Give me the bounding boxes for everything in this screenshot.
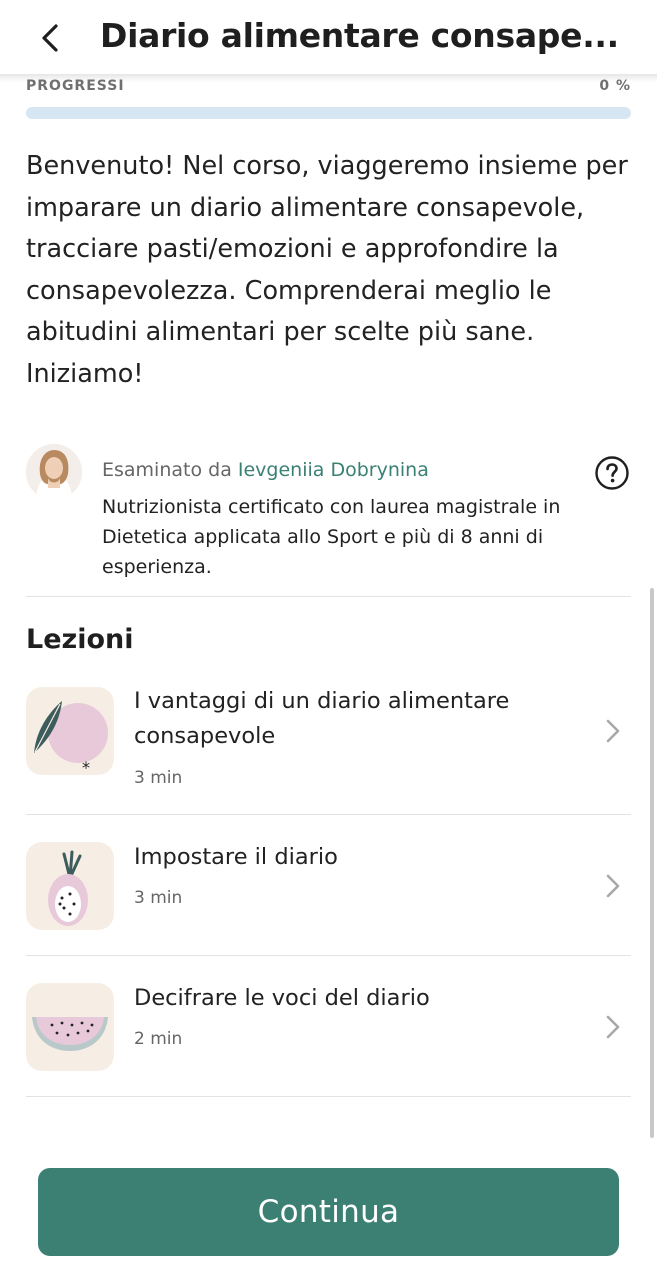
divider xyxy=(26,1096,631,1097)
lesson-title: Impostare il diario xyxy=(134,844,338,870)
page-title: Diario alimentare consape... xyxy=(100,16,619,55)
lessons-heading: Lezioni xyxy=(26,624,134,655)
back-arrow-icon[interactable] xyxy=(34,18,70,58)
reviewer-name-link[interactable]: Ievgeniia Dobrynina xyxy=(238,459,429,481)
continue-button[interactable]: Continua xyxy=(38,1168,619,1256)
lesson-duration: 3 min xyxy=(134,888,183,908)
course-intro-text: Benvenuto! Nel corso, viaggeremo insieme… xyxy=(26,151,628,389)
lesson-item[interactable]: * I vantaggi di un diario alimentare con… xyxy=(0,672,657,812)
progress-bar xyxy=(26,107,631,119)
reviewer-avatar xyxy=(26,444,82,500)
reviewed-by-label: Esaminato da xyxy=(102,459,232,481)
reviewed-by-line: Esaminato da Ievgeniia Dobrynina xyxy=(102,459,429,481)
divider xyxy=(26,814,631,815)
plum-icon: * xyxy=(26,687,114,775)
lesson-item[interactable]: Impostare il diario 3 min xyxy=(0,826,657,966)
progress-value: 0 % xyxy=(599,78,631,94)
lesson-item[interactable]: Decifrare le voci del diario 2 min xyxy=(0,967,657,1107)
watermelon-icon xyxy=(26,983,114,1071)
top-bar: Diario alimentare consape... xyxy=(0,0,657,76)
chevron-right-icon xyxy=(606,1015,620,1039)
progress-label: PROGRESSI xyxy=(26,78,125,94)
chevron-right-icon xyxy=(606,874,620,898)
dragon-fruit-icon xyxy=(26,842,114,930)
divider xyxy=(26,596,631,597)
lesson-duration: 2 min xyxy=(134,1029,183,1049)
reviewer-bio: Nutrizionista certificato con laurea mag… xyxy=(102,496,561,578)
lesson-title: I vantaggi di un diario alimentare consa… xyxy=(134,688,510,749)
lesson-title: Decifrare le voci del diario xyxy=(134,985,430,1011)
divider xyxy=(26,955,631,956)
lesson-duration: 3 min xyxy=(134,768,183,788)
svg-text:*: * xyxy=(82,758,90,775)
chevron-right-icon xyxy=(606,719,620,743)
help-question-icon[interactable] xyxy=(594,455,630,491)
